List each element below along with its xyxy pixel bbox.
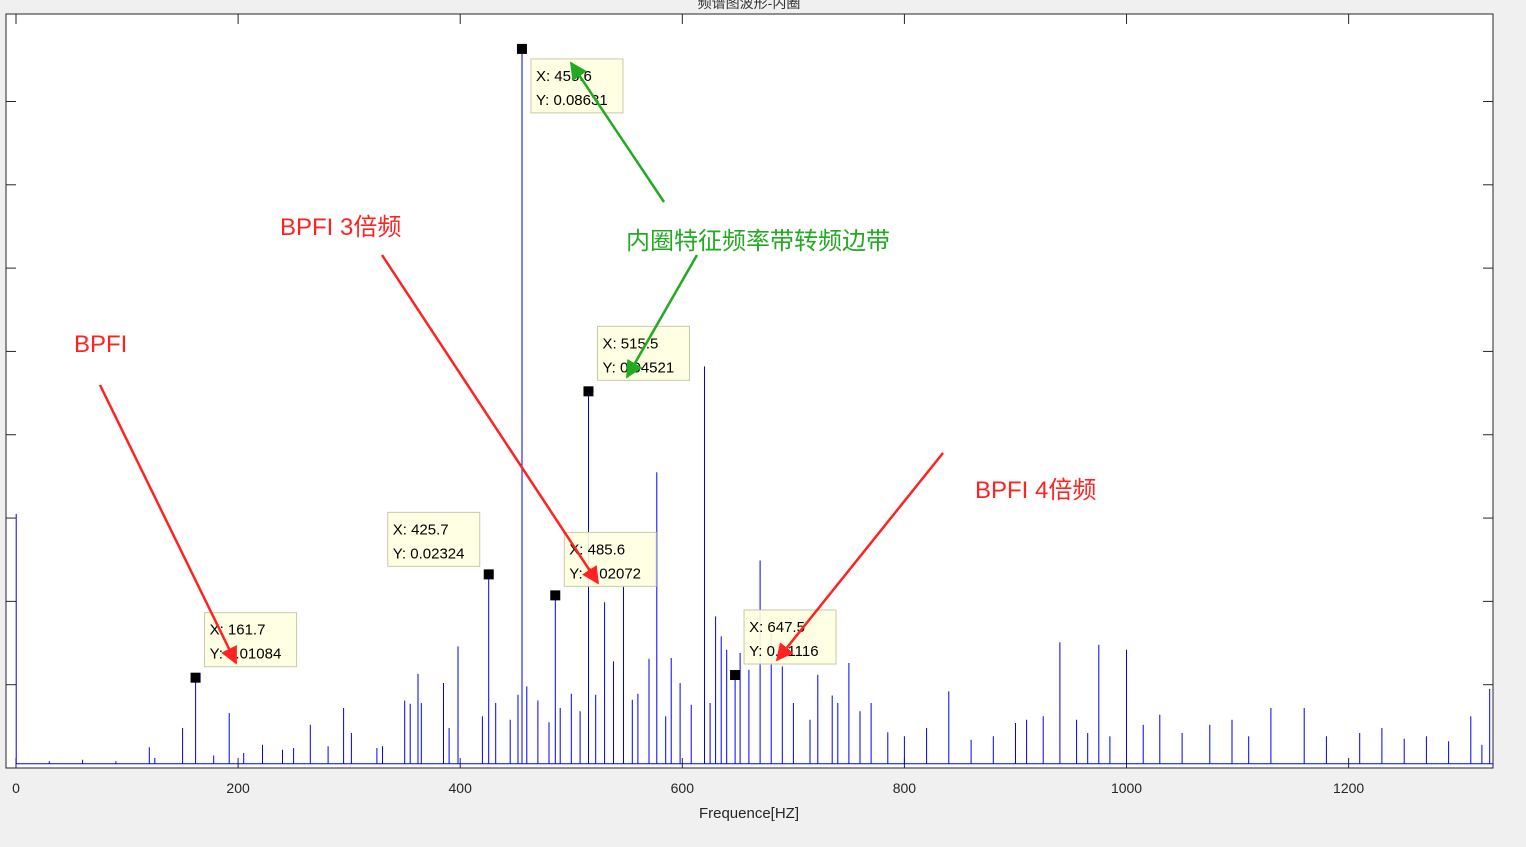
annotation-sideband: 内圈特征频率带转频边带 [626,228,890,255]
datatip-marker-5[interactable] [730,670,741,681]
datatip-x-1: X: 425.7 [393,521,449,538]
datatip-marker-1[interactable] [483,569,494,580]
spectrum-figure: 频谱图波形-内圈 0 200 400 600 800 1000 1200 X: 161.7Y… [5,0,1494,822]
datatip-marker-3[interactable] [550,590,561,601]
datatip-marker-4[interactable] [583,386,594,397]
x-tick-label-2: 400 [449,780,473,796]
annotation-bpfi: BPFI [74,331,127,358]
x-axis-tick-labels: 0 200 400 600 800 1000 1200 [12,780,1364,796]
x-axis-label: Frequence[HZ] [699,805,799,822]
x-tick-label-0: 0 [12,780,20,796]
datatip-y-1: Y: 0.02324 [393,545,465,562]
chart-title: 频谱图波形-内圈 [698,0,801,11]
x-tick-label-5: 1000 [1111,780,1142,796]
datatip-y-0: Y: 0.01084 [210,646,282,663]
datatip-marker-0[interactable] [190,672,201,683]
annotation-bpfi-3x: BPFI 3倍频 [280,214,401,241]
x-tick-label-1: 200 [226,780,250,796]
x-tick-label-6: 1200 [1333,780,1364,796]
datatip-y-3: Y: 0.02072 [569,565,641,582]
datatip-y-4: Y: 0.04521 [602,359,674,376]
datatip-marker-2[interactable] [516,43,527,54]
datatip-x-5: X: 647.5 [749,619,805,636]
annotation-bpfi-4x: BPFI 4倍频 [975,477,1096,504]
x-tick-label-3: 600 [671,780,695,796]
x-tick-label-4: 800 [893,780,917,796]
